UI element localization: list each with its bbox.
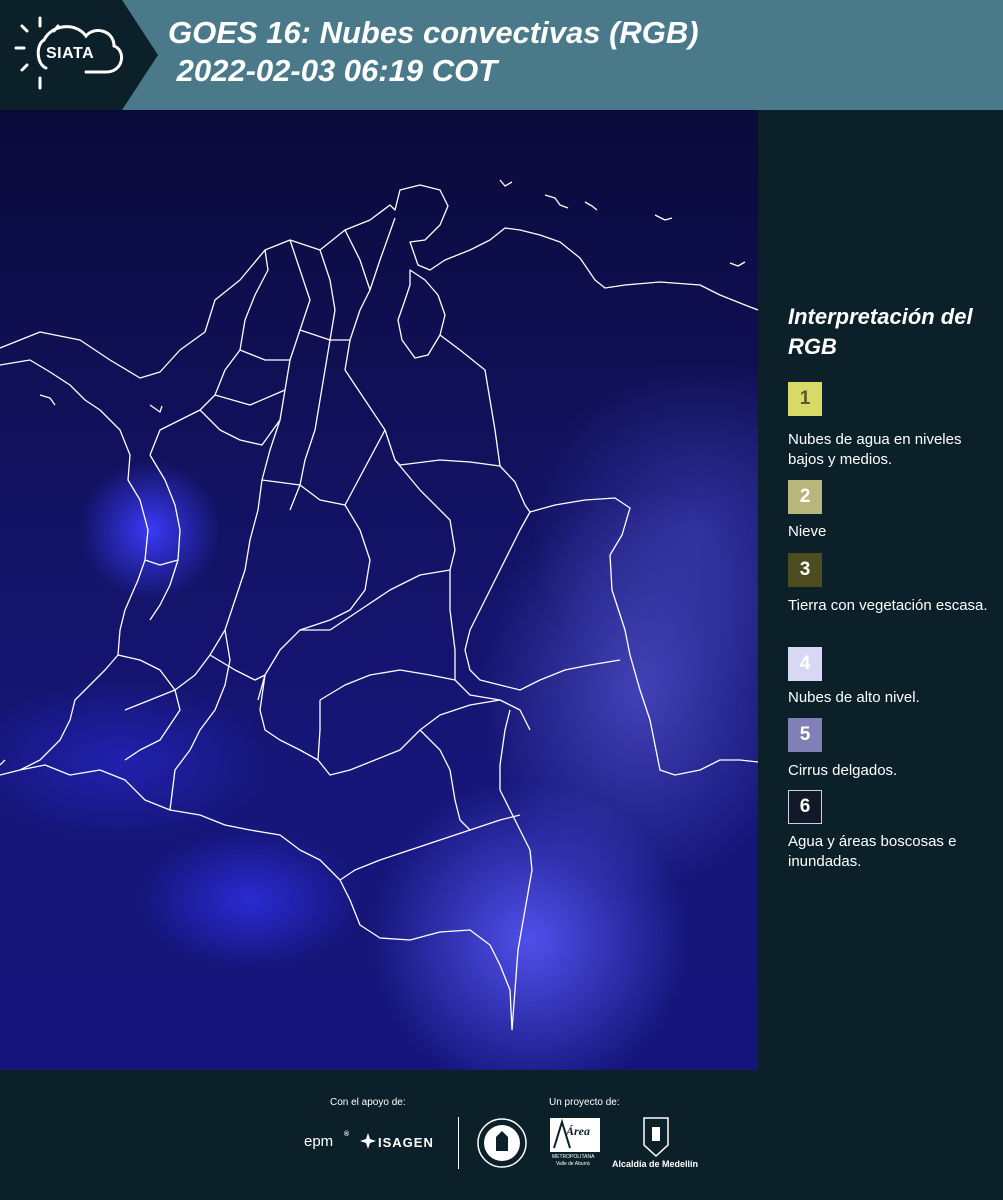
legend-swatch-5: 5 (788, 718, 822, 752)
registered-icon: ® (344, 1131, 350, 1138)
area-sub-text-2: Valle de Aburrá (556, 1161, 590, 1167)
area-logo-text: Área (566, 1124, 590, 1138)
legend-title: Interpretación del RGB (788, 304, 973, 359)
legend-label-3: Tierra con vegetación escasa. (788, 597, 988, 614)
alcaldia-shield-icon (643, 1117, 669, 1157)
isagen-logo: ISAGEN (378, 1135, 434, 1150)
legend-label-1: Nubes de agua en niveles bajos y medios. (788, 431, 962, 468)
logo-band: SIATA (0, 0, 158, 110)
legend-label-5: Cirrus delgados. (788, 762, 898, 779)
map-borders-icon (0, 179, 758, 1031)
legend-swatch-4: 4 (788, 647, 822, 681)
siata-logo-text: SIATA (46, 45, 95, 62)
legend-swatch-1: 1 (788, 382, 822, 416)
legend-swatch-6: 6 (788, 790, 822, 824)
header-bar: SIATA GOES 16: Nubes convectivas (RGB) 2… (0, 0, 1003, 110)
page-title: GOES 16: Nubes convectivas (RGB) 2022-02… (168, 15, 699, 88)
satellite-map (0, 110, 758, 1070)
area-sub-text: METROPOLITANA (552, 1154, 595, 1160)
seal-logo-icon (477, 1118, 527, 1168)
support-label: Con el apoyo de: (330, 1097, 406, 1108)
epm-logo: epm (304, 1133, 334, 1150)
project-label: Un proyecto de: (549, 1097, 620, 1108)
footer-divider (458, 1117, 459, 1169)
legend-swatch-3: 3 (788, 553, 822, 587)
legend-label-6: Agua y áreas boscosas e inundadas. (788, 833, 957, 870)
legend-label-4: Nubes de alto nivel. (788, 689, 920, 706)
alcaldia-logo-text: Alcaldía de Medellín (612, 1159, 699, 1169)
isagen-star-icon (360, 1133, 376, 1149)
legend-swatch-2: 2 (788, 480, 822, 514)
legend-label-2: Nieve (788, 523, 827, 540)
